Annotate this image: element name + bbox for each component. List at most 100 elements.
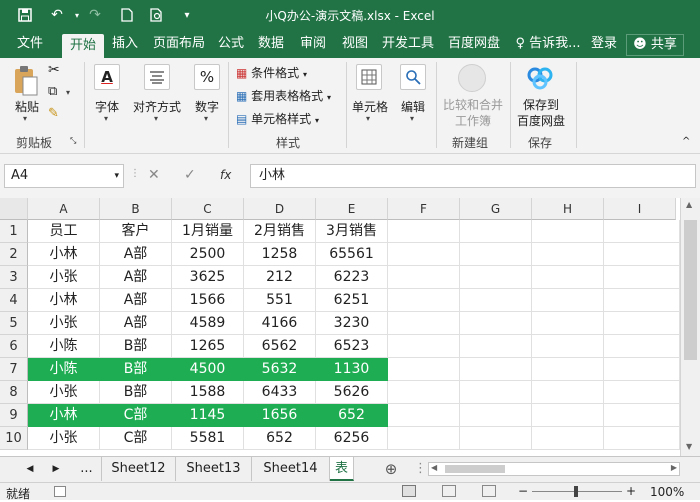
cell-d2[interactable]: 1258 [244,243,316,266]
select-all-corner[interactable] [0,198,28,220]
more-sheets-ellipsis[interactable]: ... [72,457,102,481]
row-header-5[interactable]: 5 [0,312,28,335]
spreadsheet-grid[interactable]: A B C D E F G H I 1 员工 客户 1月销量 2月销售 3月销售 2 小林 A部… [0,198,700,456]
row-header-2[interactable]: 2 [0,243,28,266]
page-break-view-icon[interactable] [482,485,496,497]
cell-d10[interactable]: 652 [244,427,316,450]
scroll-left-icon[interactable]: ◀ [431,463,437,472]
sheet-tab-active[interactable]: 表 [330,457,354,481]
font-dropdown-icon[interactable]: ▾ [104,114,108,123]
cancel-icon[interactable]: ✕ [148,167,160,183]
row-header-10[interactable]: 10 [0,427,28,450]
cell-d8[interactable]: 6433 [244,381,316,404]
save-baidu-label-1[interactable]: 保存到 [514,96,568,113]
customize-toolbar-icon[interactable]: ▾ [176,5,198,25]
cell-d7[interactable]: 5632 [244,358,316,381]
page-layout-view-icon[interactable] [442,485,456,497]
add-sheet-icon[interactable]: ⊕ [378,457,404,481]
cut-icon[interactable]: ✂ [48,62,60,78]
cell-b2[interactable]: A部 [100,243,172,266]
cell-f2[interactable] [388,243,460,266]
cell-i10[interactable] [604,427,680,450]
font-icon[interactable]: A [94,64,120,90]
alignment-button[interactable]: 对齐方式 [132,98,182,115]
zoom-out-icon[interactable]: − [518,484,528,498]
cell-b8[interactable]: B部 [100,381,172,404]
cell-e10[interactable]: 6256 [316,427,388,450]
row-header-6[interactable]: 6 [0,335,28,358]
cell-h4[interactable] [532,289,604,312]
cell-b3[interactable]: A部 [100,266,172,289]
cell-a3[interactable]: 小张 [28,266,100,289]
cell-b7[interactable]: B部 [100,358,172,381]
dialog-launcher-icon[interactable]: ⤡ [70,136,76,146]
enter-icon[interactable]: ✓ [184,167,196,183]
tab-file[interactable]: 文件 [8,30,52,58]
font-button[interactable]: 字体 [92,98,122,115]
cell-a8[interactable]: 小张 [28,381,100,404]
cell-b6[interactable]: B部 [100,335,172,358]
save-baidu-label-2[interactable]: 百度网盘 [514,112,568,129]
cell-h3[interactable] [532,266,604,289]
cell-h9[interactable] [532,404,604,427]
cell-e7[interactable]: 1130 [316,358,388,381]
column-header-d[interactable]: D [244,198,316,220]
cell-i5[interactable] [604,312,680,335]
cell-c8[interactable]: 1588 [172,381,244,404]
cell-f3[interactable] [388,266,460,289]
cell-b10[interactable]: C部 [100,427,172,450]
cell-f4[interactable] [388,289,460,312]
zoom-slider-thumb[interactable] [574,486,578,497]
next-sheet-icon[interactable]: ▶ [46,457,66,481]
column-header-a[interactable]: A [28,198,100,220]
cell-f6[interactable] [388,335,460,358]
cell-c4[interactable]: 1566 [172,289,244,312]
cell-e9[interactable]: 652 [316,404,388,427]
format-as-table-button[interactable]: ▦ 套用表格格式 ▾ [236,87,331,104]
cell-h7[interactable] [532,358,604,381]
cell-g4[interactable] [460,289,532,312]
cell-g9[interactable] [460,404,532,427]
cell-f9[interactable] [388,404,460,427]
copy-icon[interactable]: ⧉ [48,84,57,99]
prev-sheet-icon[interactable]: ◀ [20,457,40,481]
scroll-right-icon[interactable]: ▶ [671,463,677,472]
number-dropdown-icon[interactable]: ▾ [204,114,208,123]
tab-data[interactable]: 数据 [254,30,288,58]
column-header-h[interactable]: H [532,198,604,220]
cell-c10[interactable]: 5581 [172,427,244,450]
cell-c6[interactable]: 1265 [172,335,244,358]
number-button[interactable]: 数字 [192,98,222,115]
column-header-c[interactable]: C [172,198,244,220]
column-header-f[interactable]: F [388,198,460,220]
cell-f7[interactable] [388,358,460,381]
cell-e1[interactable]: 3月销售 [316,220,388,243]
baidu-netdisk-icon[interactable] [526,64,554,92]
tab-review[interactable]: 审阅 [296,30,330,58]
cell-b4[interactable]: A部 [100,289,172,312]
save-icon[interactable] [14,5,36,25]
cell-c3[interactable]: 3625 [172,266,244,289]
cell-i8[interactable] [604,381,680,404]
cell-i3[interactable] [604,266,680,289]
cell-d6[interactable]: 6562 [244,335,316,358]
paste-button[interactable]: 粘贴 [12,98,42,115]
row-header-8[interactable]: 8 [0,381,28,404]
conditional-format-button[interactable]: ▦ 条件格式 ▾ [236,64,307,81]
cell-e2[interactable]: 65561 [316,243,388,266]
sheet-tab-sheet12[interactable]: Sheet12 [102,457,176,481]
cell-g10[interactable] [460,427,532,450]
horizontal-scroll-thumb[interactable] [445,465,505,473]
cell-b1[interactable]: 客户 [100,220,172,243]
scroll-up-icon[interactable]: ▲ [686,200,692,209]
cell-i1[interactable] [604,220,680,243]
cell-d3[interactable]: 212 [244,266,316,289]
cell-g6[interactable] [460,335,532,358]
tab-developer[interactable]: 开发工具 [378,30,438,58]
cell-e3[interactable]: 6223 [316,266,388,289]
column-header-e[interactable]: E [316,198,388,220]
cell-c7[interactable]: 4500 [172,358,244,381]
cell-f8[interactable] [388,381,460,404]
cell-e8[interactable]: 5626 [316,381,388,404]
formula-input[interactable]: 小林 [250,164,696,188]
